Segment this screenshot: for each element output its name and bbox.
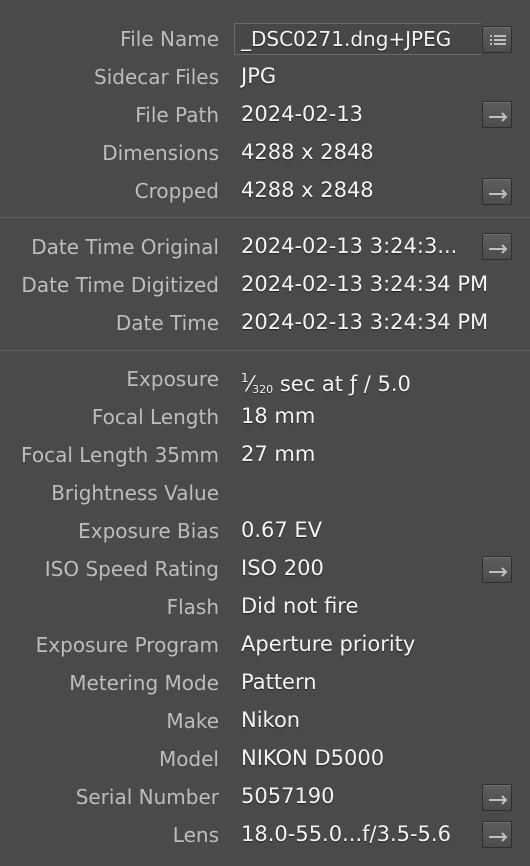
row-file-name: File Name _DSC0271.dng+JPEG: [0, 20, 530, 58]
date-time-value: 2024-02-13 3:24:34 PM: [241, 310, 489, 334]
serial-number-goto-button[interactable]: [482, 784, 512, 811]
row-date-time: Date Time 2024-02-13 3:24:34 PM: [0, 304, 530, 342]
arrow-right-icon: [489, 567, 508, 577]
dimensions-value: 4288 x 2848: [241, 140, 374, 164]
arrow-right-icon: [489, 795, 508, 805]
file-path-value: 2024-02-13: [241, 102, 364, 126]
arrow-right-icon: [489, 112, 508, 122]
cropped-goto-button[interactable]: [482, 178, 512, 205]
row-date-time-digitized: Date Time Digitized 2024-02-13 3:24:34 P…: [0, 266, 530, 304]
lens-goto-button[interactable]: [482, 821, 512, 848]
row-exposure-bias: Exposure Bias 0.67 EV: [0, 512, 530, 550]
sidecar-files-label: Sidecar Files: [94, 65, 219, 89]
date-time-original-value: 2024-02-13 3:24:3...: [241, 234, 458, 258]
exposure-numerator: 1: [241, 371, 249, 385]
section-divider: [0, 350, 530, 351]
date-time-label: Date Time: [115, 311, 219, 335]
lens-label: Lens: [172, 823, 219, 847]
row-serial-number: Serial Number 5057190: [0, 778, 530, 816]
rename-button[interactable]: [482, 26, 512, 53]
file-name-field[interactable]: _DSC0271.dng+JPEG: [234, 23, 481, 55]
exposure-value: 1⁄320 sec at ƒ / 5.0: [241, 360, 411, 398]
exposure-program-value: Aperture priority: [241, 632, 416, 656]
model-value: NIKON D5000: [241, 746, 385, 770]
metering-mode-label: Metering Mode: [69, 671, 219, 695]
model-label: Model: [158, 747, 219, 771]
metadata-panel: File Name _DSC0271.dng+JPEG Sidecar File…: [0, 0, 530, 866]
file-name-label: File Name: [120, 27, 219, 51]
flash-label: Flash: [166, 595, 219, 619]
row-dimensions: Dimensions 4288 x 2848: [0, 134, 530, 172]
exposure-denominator: 320: [252, 383, 274, 396]
focal-length-value: 18 mm: [241, 404, 316, 428]
row-focal-length: Focal Length 18 mm: [0, 398, 530, 436]
exposure-rest: sec at ƒ / 5.0: [279, 372, 411, 396]
exposure-label: Exposure: [126, 367, 219, 391]
iso-speed-rating-value: ISO 200: [241, 556, 324, 580]
exposure-program-label: Exposure Program: [35, 633, 219, 657]
arrow-right-icon: [489, 244, 508, 254]
row-file-path: File Path 2024-02-13: [0, 96, 530, 134]
exposure-bias-label: Exposure Bias: [78, 519, 219, 543]
exposure-bias-value: 0.67 EV: [241, 518, 323, 542]
row-metering-mode: Metering Mode Pattern: [0, 664, 530, 702]
row-exposure-program: Exposure Program Aperture priority: [0, 626, 530, 664]
metering-mode-value: Pattern: [241, 670, 317, 694]
serial-number-label: Serial Number: [75, 785, 219, 809]
arrow-right-icon: [489, 189, 508, 199]
row-exposure: Exposure 1⁄320 sec at ƒ / 5.0: [0, 360, 530, 398]
date-time-original-goto-button[interactable]: [482, 233, 512, 260]
focal-length-35mm-label: Focal Length 35mm: [21, 443, 219, 467]
focal-length-35mm-value: 27 mm: [241, 442, 316, 466]
row-flash: Flash Did not fire: [0, 588, 530, 626]
lens-value: 18.0-55.0...f/3.5-5.6: [241, 822, 451, 846]
row-make: Make Nikon: [0, 702, 530, 740]
file-name-value[interactable]: _DSC0271.dng+JPEG: [241, 24, 451, 54]
row-lens: Lens 18.0-55.0...f/3.5-5.6: [0, 816, 530, 854]
make-label: Make: [166, 709, 219, 733]
iso-speed-rating-label: ISO Speed Rating: [44, 557, 219, 581]
row-sidecar-files: Sidecar Files JPG: [0, 58, 530, 96]
row-iso-speed-rating: ISO Speed Rating ISO 200: [0, 550, 530, 588]
row-cropped: Cropped 4288 x 2848: [0, 172, 530, 210]
brightness-value-label: Brightness Value: [51, 481, 219, 505]
dimensions-label: Dimensions: [102, 141, 219, 165]
arrow-right-icon: [489, 832, 508, 842]
cropped-label: Cropped: [134, 179, 219, 203]
date-time-original-label: Date Time Original: [31, 235, 219, 259]
sidecar-files-value: JPG: [241, 64, 277, 88]
file-path-goto-button[interactable]: [482, 101, 512, 128]
section-divider: [0, 217, 530, 218]
date-time-digitized-value: 2024-02-13 3:24:34 PM: [241, 272, 489, 296]
file-path-label: File Path: [135, 103, 219, 127]
cropped-value: 4288 x 2848: [241, 178, 374, 202]
focal-length-label: Focal Length: [91, 405, 219, 429]
make-value: Nikon: [241, 708, 301, 732]
row-date-time-original: Date Time Original 2024-02-13 3:24:3...: [0, 228, 530, 266]
date-time-digitized-label: Date Time Digitized: [21, 273, 219, 297]
flash-value: Did not fire: [241, 594, 359, 618]
serial-number-value: 5057190: [241, 784, 335, 808]
iso-goto-button[interactable]: [482, 556, 512, 583]
list-icon: [490, 35, 506, 45]
row-focal-length-35mm: Focal Length 35mm 27 mm: [0, 436, 530, 474]
row-model: Model NIKON D5000: [0, 740, 530, 778]
row-brightness-value: Brightness Value: [0, 474, 530, 512]
